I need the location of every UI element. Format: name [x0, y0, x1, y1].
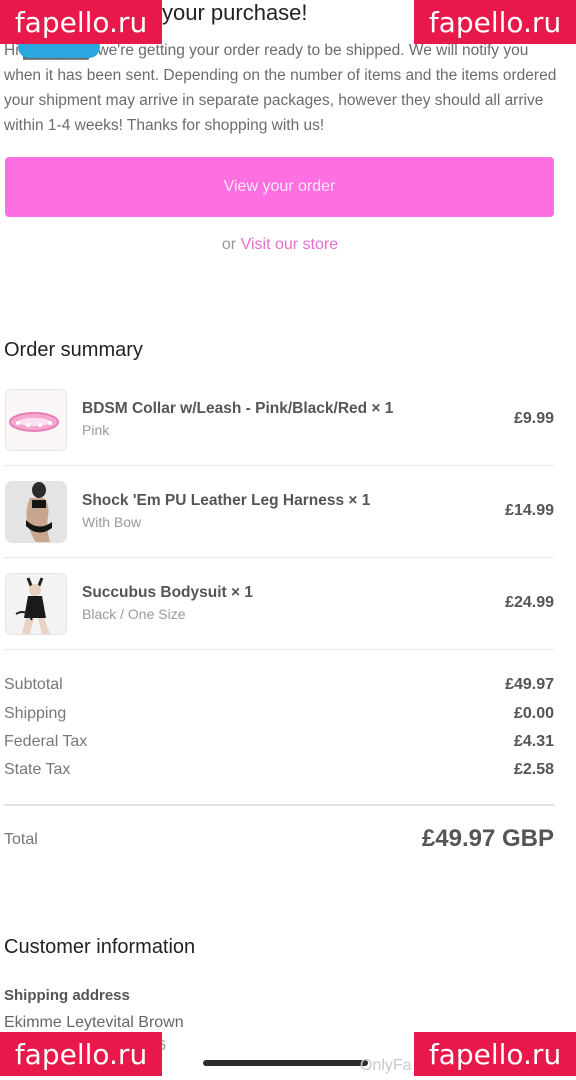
- product-thumbnail: [5, 389, 67, 451]
- shipping-value: £0.00: [513, 705, 554, 722]
- shipping-name: Ekimme Leytevital Brown: [4, 1014, 184, 1031]
- state-tax-value: £2.58: [513, 761, 554, 778]
- total-label: Total: [4, 831, 38, 848]
- corner-watermark-text: OnlyFa: [360, 1057, 412, 1074]
- visit-store-link[interactable]: Visit our store: [241, 236, 339, 253]
- item-price: £24.99: [505, 594, 554, 611]
- customer-info-title: Customer information: [4, 936, 196, 958]
- or-text: or: [221, 236, 237, 253]
- item-title: Succubus Bodysuit × 1: [82, 584, 253, 601]
- federal-tax-label: Federal Tax: [4, 733, 88, 750]
- subtotal-row: Subtotal £49.97: [4, 676, 554, 694]
- watermark-badge: fapello.ru: [414, 0, 576, 44]
- watermark-badge: fapello.ru: [414, 1032, 576, 1076]
- watermark-badge: fapello.ru: [0, 1032, 162, 1076]
- federal-tax-value: £4.31: [513, 733, 554, 750]
- email-heading: your purchase!: [162, 0, 308, 25]
- visit-store-line: or Visit our store: [0, 236, 560, 254]
- item-price: £14.99: [505, 502, 554, 519]
- item-title: BDSM Collar w/Leash - Pink/Black/Red × 1: [82, 400, 394, 417]
- divider: [4, 649, 554, 650]
- shipping-row: Shipping £0.00: [4, 705, 554, 723]
- home-indicator[interactable]: [203, 1060, 368, 1066]
- federal-tax-row: Federal Tax £4.31: [4, 733, 554, 751]
- total-value: £49.97 GBP: [421, 825, 554, 852]
- watermark-badge: fapello.ru: [0, 0, 162, 44]
- divider: [4, 557, 554, 558]
- order-summary-title: Order summary: [4, 339, 143, 361]
- state-tax-label: State Tax: [4, 761, 71, 778]
- divider: [4, 465, 554, 466]
- item-price: £9.99: [513, 410, 554, 427]
- state-tax-row: State Tax £2.58: [4, 761, 554, 779]
- shipping-address-label: Shipping address: [4, 987, 130, 1004]
- divider: [4, 804, 554, 806]
- item-title: Shock 'Em PU Leather Leg Harness × 1: [82, 492, 371, 509]
- item-variant: Pink: [82, 422, 110, 438]
- shipping-label: Shipping: [4, 705, 67, 722]
- subtotal-value: £49.97: [505, 676, 554, 693]
- item-variant: Black / One Size: [82, 606, 186, 622]
- product-thumbnail: [5, 573, 67, 635]
- subtotal-label: Subtotal: [4, 676, 63, 693]
- product-thumbnail: [5, 481, 67, 543]
- item-variant: With Bow: [82, 514, 142, 530]
- view-order-button[interactable]: View your order: [5, 157, 554, 217]
